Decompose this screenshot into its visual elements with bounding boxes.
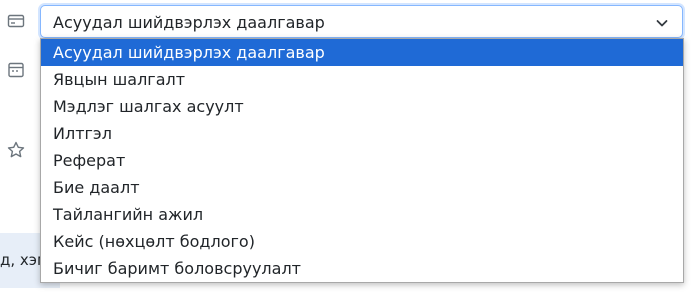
task-type-selected-value: Асуудал шийдвэрлэх даалгавар xyxy=(53,13,325,32)
card-icon xyxy=(6,11,26,31)
task-type-select[interactable]: Асуудал шийдвэрлэх даалгавар xyxy=(40,5,683,38)
option-self-study[interactable]: Бие даалт xyxy=(41,174,683,201)
option-report-work[interactable]: Тайлангийн ажил xyxy=(41,201,683,228)
star-icon[interactable] xyxy=(6,140,26,160)
task-type-dropdown-list: Асуудал шийдвэрлэх даалгавар Явцын шалга… xyxy=(40,38,684,283)
option-problem-solving-task[interactable]: Асуудал шийдвэрлэх даалгавар xyxy=(41,39,683,66)
option-presentation[interactable]: Илтгэл xyxy=(41,120,683,147)
option-knowledge-quiz[interactable]: Мэдлэг шалгах асуулт xyxy=(41,93,683,120)
option-case-study[interactable]: Кейс (нөхцөлт бодлого) xyxy=(41,228,683,255)
calendar-icon xyxy=(6,60,26,80)
chevron-down-icon xyxy=(655,16,669,30)
option-essay[interactable]: Реферат xyxy=(41,147,683,174)
option-document-preparation[interactable]: Бичиг баримт боловсруулалт xyxy=(41,255,683,282)
option-progress-exam[interactable]: Явцын шалгалт xyxy=(41,66,683,93)
